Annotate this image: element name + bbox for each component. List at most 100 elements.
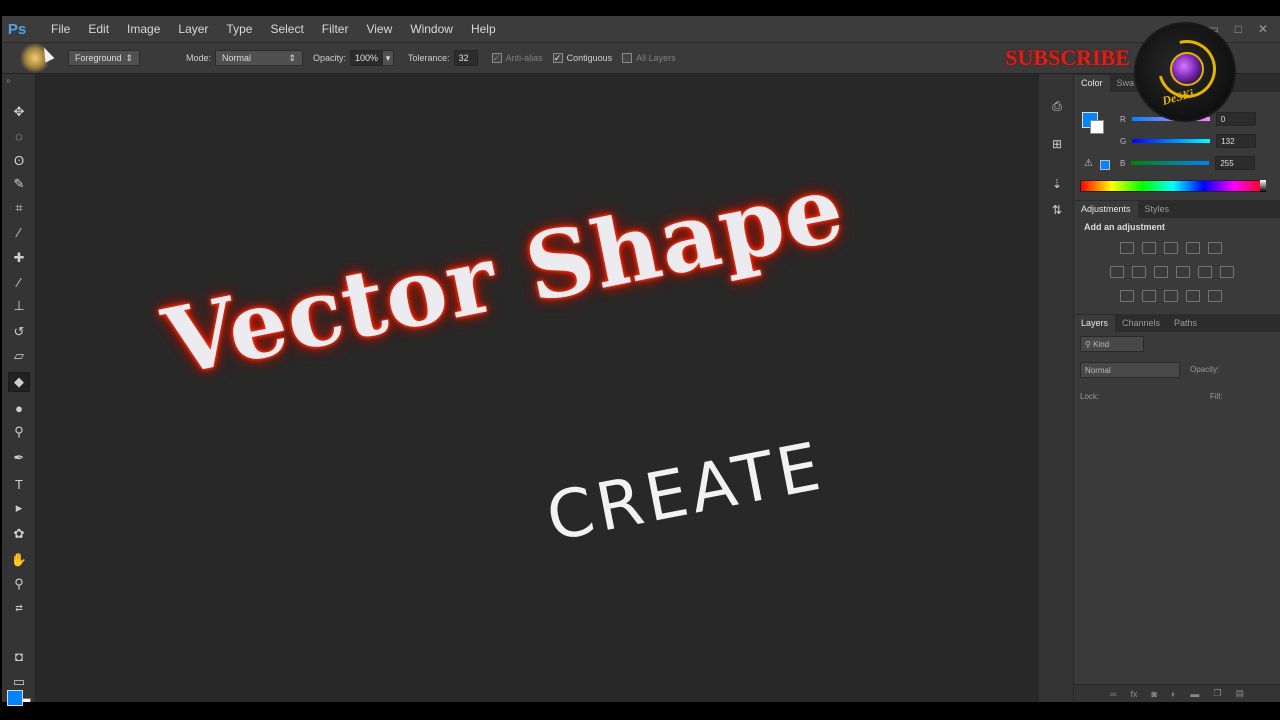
tab-styles[interactable]: Styles (1138, 201, 1177, 218)
tab-paths[interactable]: Paths (1167, 315, 1204, 332)
menu-image[interactable]: Image (118, 16, 169, 42)
adjustment-icon[interactable]: ◐ (1171, 689, 1176, 699)
menu-edit[interactable]: Edit (79, 16, 118, 42)
tolerance-field[interactable]: 32 (453, 50, 478, 66)
menu-layer[interactable]: Layer (169, 16, 217, 42)
pen-tool-icon[interactable]: ✒ (8, 448, 30, 468)
contiguous-checkbox[interactable]: ✓ (552, 53, 563, 63)
brush-tool-icon[interactable]: ∕ (8, 272, 30, 292)
restore-icon[interactable]: □ (1235, 22, 1242, 36)
mode-select[interactable]: Normal ⇕ (215, 50, 304, 66)
curves-icon[interactable] (1164, 242, 1178, 254)
new-layer-icon[interactable]: ❐ (1213, 688, 1221, 699)
all-layers-checkbox[interactable] (622, 53, 633, 63)
properties-panel-icon[interactable]: ⊞ (1049, 136, 1065, 152)
color-panel-background-swatch[interactable] (1090, 120, 1104, 134)
foreground-color-swatch[interactable] (7, 690, 23, 706)
channel-r-label: R (1120, 114, 1126, 124)
gradient-map-icon[interactable] (1186, 290, 1200, 302)
b-slider-track[interactable] (1131, 161, 1210, 165)
photoshop-logo[interactable]: Ps (2, 16, 32, 42)
posterize-icon[interactable] (1142, 290, 1156, 302)
chevron-updown-icon: ⇕ (288, 52, 297, 63)
tab-adjustments[interactable]: Adjustments (1074, 201, 1138, 218)
crop-tool-icon[interactable]: ⌗ (8, 198, 30, 218)
g-value-field[interactable]: 132 (1216, 134, 1257, 148)
tab-layers[interactable]: Layers (1074, 315, 1116, 332)
black-white-icon[interactable] (1154, 266, 1168, 278)
zoom-tool-icon[interactable]: ⚲ (8, 574, 30, 594)
tool-preset-picker[interactable] (2, 43, 55, 73)
type-tool-icon[interactable]: T (8, 474, 30, 494)
web-safe-color-icon (1100, 160, 1110, 170)
selective-color-icon[interactable] (1208, 290, 1222, 302)
close-icon[interactable]: ✕ (1258, 22, 1268, 36)
g-slider-track[interactable] (1132, 139, 1211, 143)
fill-label: Fill: (1210, 392, 1223, 401)
brightness-icon[interactable] (1120, 242, 1134, 254)
eyedropper-tool-icon[interactable]: ⁄ (8, 222, 30, 242)
document-canvas[interactable]: Vector Shape CREATE (36, 74, 1038, 702)
screen-mode-icon[interactable]: ▭ (8, 672, 30, 692)
threshold-icon[interactable] (1164, 290, 1178, 302)
menu-select[interactable]: Select (261, 16, 312, 42)
menu-view[interactable]: View (357, 16, 401, 42)
swap-colors-icon[interactable]: ⇄ (8, 598, 30, 618)
exposure-icon[interactable] (1186, 242, 1200, 254)
color-balance-icon[interactable] (1132, 266, 1146, 278)
brush-presets-icon[interactable]: ⇣ (1049, 176, 1065, 192)
marquee-tool-icon[interactable]: ◌ (8, 126, 30, 146)
canvas-subheadline-text: CREATE (540, 427, 830, 557)
blend-mode-select[interactable]: Normal (1080, 362, 1180, 378)
history-brush-tool-icon[interactable]: ↺ (8, 322, 30, 342)
sliders-panel-icon[interactable]: ⇅ (1049, 202, 1065, 218)
color-lookup-icon[interactable] (1220, 266, 1234, 278)
layers-footer: ∞ fx ◙ ◐ ▬ ❐ ▤ (1074, 684, 1280, 702)
channel-mixer-icon[interactable] (1198, 266, 1212, 278)
dodge-tool-icon[interactable]: ⚲ (8, 422, 30, 442)
black-white-ramp[interactable] (1260, 180, 1266, 192)
paint-bucket-tool-icon[interactable]: ◆ (8, 372, 30, 392)
color-spectrum-bar[interactable] (1080, 180, 1266, 192)
healing-brush-tool-icon[interactable]: ✚ (8, 248, 30, 268)
levels-icon[interactable] (1142, 242, 1156, 254)
clone-stamp-tool-icon[interactable]: ⊥ (8, 296, 30, 316)
blur-tool-icon[interactable]: ● (8, 398, 30, 418)
trash-icon[interactable]: ▤ (1235, 688, 1244, 699)
layer-kind-filter[interactable]: ⚲ Kind (1080, 336, 1144, 352)
menu-type[interactable]: Type (217, 16, 261, 42)
b-value-field[interactable]: 255 (1215, 156, 1256, 170)
tab-channels[interactable]: Channels (1115, 315, 1167, 332)
toolbar-grip-icon[interactable]: » (2, 74, 35, 88)
camera-lens-icon (1170, 52, 1204, 86)
opacity-field[interactable]: 100% (350, 50, 383, 66)
history-panel-icon[interactable]: ⎙ (1049, 98, 1065, 114)
menu-file[interactable]: File (42, 16, 79, 42)
quick-mask-icon[interactable]: ◘ (8, 646, 30, 666)
invert-icon[interactable] (1120, 290, 1134, 302)
path-select-tool-icon[interactable]: ▸ (8, 498, 30, 518)
photo-filter-icon[interactable] (1176, 266, 1190, 278)
move-tool-icon[interactable]: ✥ (8, 102, 30, 122)
color-slider-b[interactable]: B 255 (1120, 156, 1270, 170)
folder-icon[interactable]: ▬ (1190, 689, 1199, 699)
eraser-tool-icon[interactable]: ▱ (8, 346, 30, 366)
vibrance-icon[interactable] (1208, 242, 1222, 254)
quick-select-tool-icon[interactable]: ✎ (8, 174, 30, 194)
menu-window[interactable]: Window (401, 16, 462, 42)
anti-alias-checkbox[interactable]: ✓ (491, 53, 502, 63)
r-value-field[interactable]: 0 (1215, 112, 1256, 126)
menu-filter[interactable]: Filter (313, 16, 358, 42)
hue-saturation-icon[interactable] (1110, 266, 1124, 278)
lasso-tool-icon[interactable]: ʘ (8, 150, 30, 170)
opacity-dropdown-button[interactable]: ▾ (382, 50, 395, 66)
menu-help[interactable]: Help (462, 16, 505, 42)
shape-tool-icon[interactable]: ✿ (8, 524, 30, 544)
color-slider-g[interactable]: G 132 (1120, 134, 1270, 148)
fx-icon[interactable]: fx (1130, 689, 1137, 699)
fill-source-select[interactable]: Foreground ⇕ (68, 50, 140, 66)
hand-tool-icon[interactable]: ✋ (8, 550, 30, 570)
mask-icon[interactable]: ◙ (1151, 689, 1156, 699)
link-icon[interactable]: ∞ (1110, 689, 1116, 699)
tab-color[interactable]: Color (1074, 75, 1110, 92)
